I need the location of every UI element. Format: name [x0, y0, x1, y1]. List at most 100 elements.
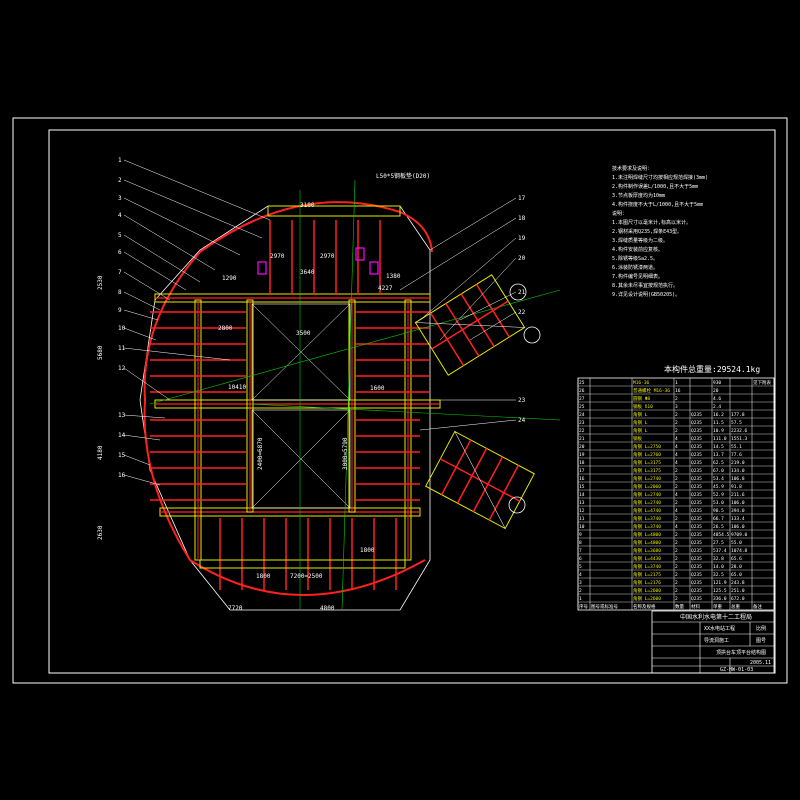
- structure-plan: [139, 179, 561, 611]
- bom-cell: 2: [675, 396, 678, 402]
- callout-24: 24: [518, 417, 526, 424]
- bom-cell: 11.5: [713, 420, 724, 426]
- titleblock-company: 中国水利水电第十二工程局: [680, 613, 752, 621]
- bom-cell: 4.6: [713, 396, 721, 402]
- bom-cell: Q235: [691, 540, 702, 546]
- bom-cell: 16: [579, 476, 585, 482]
- bom-cell: 22: [579, 428, 585, 434]
- callout-1: 1: [118, 157, 122, 164]
- bom-cell: 66.7: [713, 516, 724, 522]
- wing-lower-brace: [454, 431, 506, 529]
- bom-cell: 13.7: [713, 452, 724, 458]
- bom-cell: 177.8: [731, 412, 745, 418]
- bom-cell: Q235: [691, 516, 702, 522]
- note-line: 2.构件制作误差L/1000,且不大于5mm: [612, 183, 698, 190]
- bom-cell: 2232.6: [731, 428, 748, 434]
- callout-10: 10: [118, 325, 126, 332]
- callout-8: 8: [118, 289, 122, 296]
- bom-cell: Q235: [691, 412, 702, 418]
- bom-cell: 9709.0: [731, 532, 748, 538]
- dim-bottom-right: 4800: [320, 605, 335, 612]
- bom-cell: 16.2: [713, 412, 724, 418]
- note-line: 9.详见设计说明(GB50205)。: [612, 291, 680, 298]
- bom-cell: 4: [675, 436, 678, 442]
- bom-cell: Q235: [691, 596, 702, 602]
- bom-cell: 18: [579, 460, 585, 466]
- bom-cell: 32.8: [713, 556, 724, 562]
- bom-header-cell: 图号或标准号: [591, 603, 618, 610]
- callout-12: 12: [118, 365, 126, 372]
- bom-cell: 角钢 L=4800: [633, 531, 661, 538]
- dim-center-v1: 2400=6870: [257, 437, 264, 470]
- dim-bottom-small: 1800: [256, 573, 271, 580]
- bom-cell: 角钢 L=2175: [633, 571, 661, 578]
- bom-cell: Q235: [691, 500, 702, 506]
- bom-cell: 26: [579, 388, 585, 394]
- bom-cell: 2: [675, 572, 678, 578]
- leader-12: [123, 367, 171, 401]
- bom-cell: 111.0: [713, 436, 727, 442]
- bom-cell: 角钢 L=2176: [633, 579, 661, 586]
- dim-d3: 1380: [386, 273, 401, 280]
- dim-d10: 1600: [370, 385, 385, 392]
- bom-cell: 角钢 L=2740: [633, 491, 661, 498]
- bom-cell: M16-36: [633, 380, 650, 386]
- bom-cell: 9: [579, 532, 582, 538]
- leader-24: [419, 419, 517, 431]
- dim-left1: 2530: [97, 275, 104, 290]
- callout-5: 5: [118, 232, 122, 239]
- bom-cell: 77.6: [731, 452, 742, 458]
- bom-cell: Q235: [691, 452, 702, 458]
- bom-cell: Q235: [691, 524, 702, 530]
- leader-3: [123, 197, 241, 256]
- bom-cell: 角钢 L=3740: [633, 515, 661, 522]
- bom-cell: 2: [675, 468, 678, 474]
- callout-23: 23: [518, 397, 526, 404]
- bom-cell: 52.9: [713, 492, 724, 498]
- bom-cell: 角钢 L=2740: [633, 499, 661, 506]
- note-line: 3.焊缝质量等级为二级。: [612, 237, 668, 244]
- bom-cell: 67.0: [713, 468, 724, 474]
- dim-left3: 4180: [97, 445, 104, 460]
- wing-upper: [414, 274, 526, 376]
- bom-cell: 角钢 L=3740: [633, 563, 661, 570]
- bom-cell: 角钢 L=3680: [633, 547, 661, 554]
- bom-cell: 2: [675, 548, 678, 554]
- bom-cell: Q235: [691, 420, 702, 426]
- bom-cell: 27: [579, 396, 585, 402]
- callout-14: 14: [118, 432, 126, 439]
- leader-11: [123, 347, 231, 361]
- bom-cell: 5: [579, 564, 582, 570]
- callout-7: 7: [118, 269, 122, 276]
- dim-top-width: 3100: [300, 202, 315, 209]
- leader-5: [123, 234, 201, 283]
- bom-cell: 角钢 L=3740: [633, 523, 661, 530]
- bom-cell: 125.5: [713, 588, 727, 594]
- bom-cell: 4: [579, 572, 582, 578]
- bom-cell: 20: [579, 444, 585, 450]
- bom-cell: 65.0: [731, 572, 742, 578]
- bom-cell: 2: [675, 596, 678, 602]
- bom-cell: 角钢 L=4740: [633, 507, 661, 514]
- dim-left4: 2630: [97, 525, 104, 540]
- bom-cell: Q235: [691, 532, 702, 538]
- leader-18: [399, 217, 517, 291]
- bom-cell: 91.8: [731, 484, 742, 490]
- bom-cell: Q235: [691, 556, 702, 562]
- leader-19: [419, 237, 517, 321]
- callout-2: 2: [118, 177, 122, 184]
- bom-cell: 11: [579, 516, 585, 522]
- note-line: 7.构件编号见明细表。: [612, 273, 663, 280]
- note-line: 8.其余未尽事宜按规范执行。: [612, 282, 678, 289]
- note-line: 说明：: [612, 210, 627, 217]
- bom-cell: 2: [675, 476, 678, 482]
- dim-left2: 5680: [97, 345, 104, 360]
- bom-cell: Q235: [691, 492, 702, 498]
- bom-cell: 普通螺栓 M16-36: [633, 387, 670, 394]
- bom-cell: 672.0: [731, 596, 745, 602]
- bom-cell: 13: [579, 500, 585, 506]
- bom-cell: 930: [713, 380, 721, 386]
- dim-d9: 10410: [228, 384, 246, 391]
- callout-16: 16: [118, 472, 126, 479]
- bom-cell: 211.6: [731, 492, 745, 498]
